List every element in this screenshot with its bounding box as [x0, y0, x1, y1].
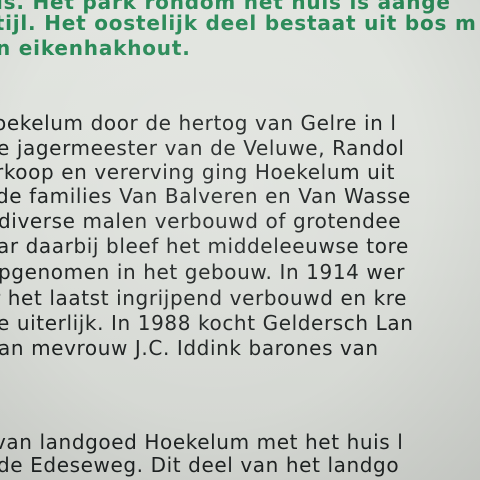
information-sign-photo: is. Het park rondom het huis is aange st… — [0, 0, 480, 480]
bottom-text-line-1: van landgoed Hoekelum met het huis l — [0, 430, 404, 454]
body-text-line-9: e uiterlijk. In 1988 kocht Geldersch Lan — [0, 311, 414, 335]
body-text-line-1: oekelum door de hertog van Gelre in l — [0, 111, 397, 135]
body-text-line-5: diverse malen verbouwd of grotendee — [0, 209, 402, 233]
body-text-line-3: rkoop en vererving ging Hoekelum uit — [0, 160, 396, 184]
green-text-line-2: stijl. Het oostelijk deel bestaat uit bo… — [0, 11, 477, 35]
body-text-line-8: r het laatst ingrijpend verbouwd en kre — [0, 286, 408, 310]
body-text-line-7: pgenomen in het gebouw. In 1914 wer — [0, 260, 406, 284]
body-text-line-2: e jagermeester van de Veluwe, Randol — [0, 136, 405, 160]
green-text-line-3: n eikenhakhout. — [0, 36, 191, 60]
body-text-line-10: an mevrouw J.C. Iddink barones van — [0, 336, 379, 360]
bottom-text-line-2: de Edeseweg. Dit deel van het landgo — [0, 453, 400, 477]
body-text-line-6: ar daarbij bleef het middeleeuwse tore — [0, 234, 409, 258]
body-text-line-4: de families Van Balveren en Van Wasse — [0, 184, 411, 208]
